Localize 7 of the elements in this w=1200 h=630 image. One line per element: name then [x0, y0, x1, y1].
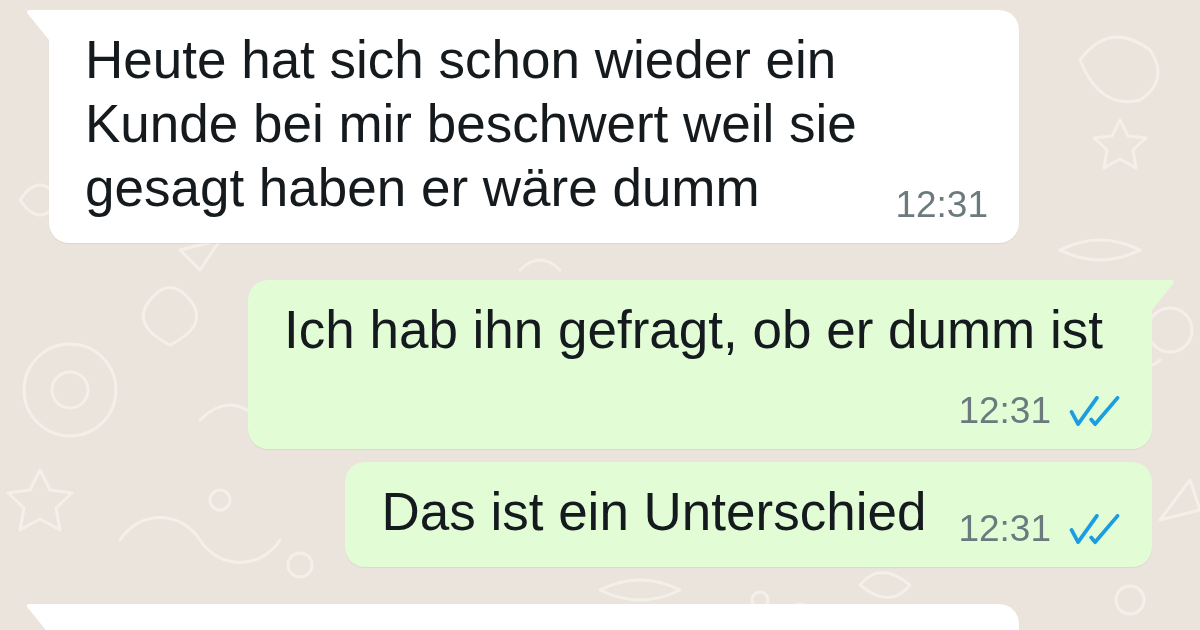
- message-time: 12:31: [895, 183, 988, 227]
- bubble-tail: [25, 604, 49, 630]
- message-time: 12:31: [958, 389, 1051, 433]
- message-text: Ich hab ihn gefragt, ob er dumm ist: [284, 300, 1103, 359]
- message-text: Das ist ein Unterschied: [381, 482, 927, 541]
- message-text: Heute hat sich schon wieder ein Kunde bei mir beschwert weil sie gesagt haben er wäre dumm: [85, 30, 858, 217]
- message-time: 12:31: [958, 507, 1051, 551]
